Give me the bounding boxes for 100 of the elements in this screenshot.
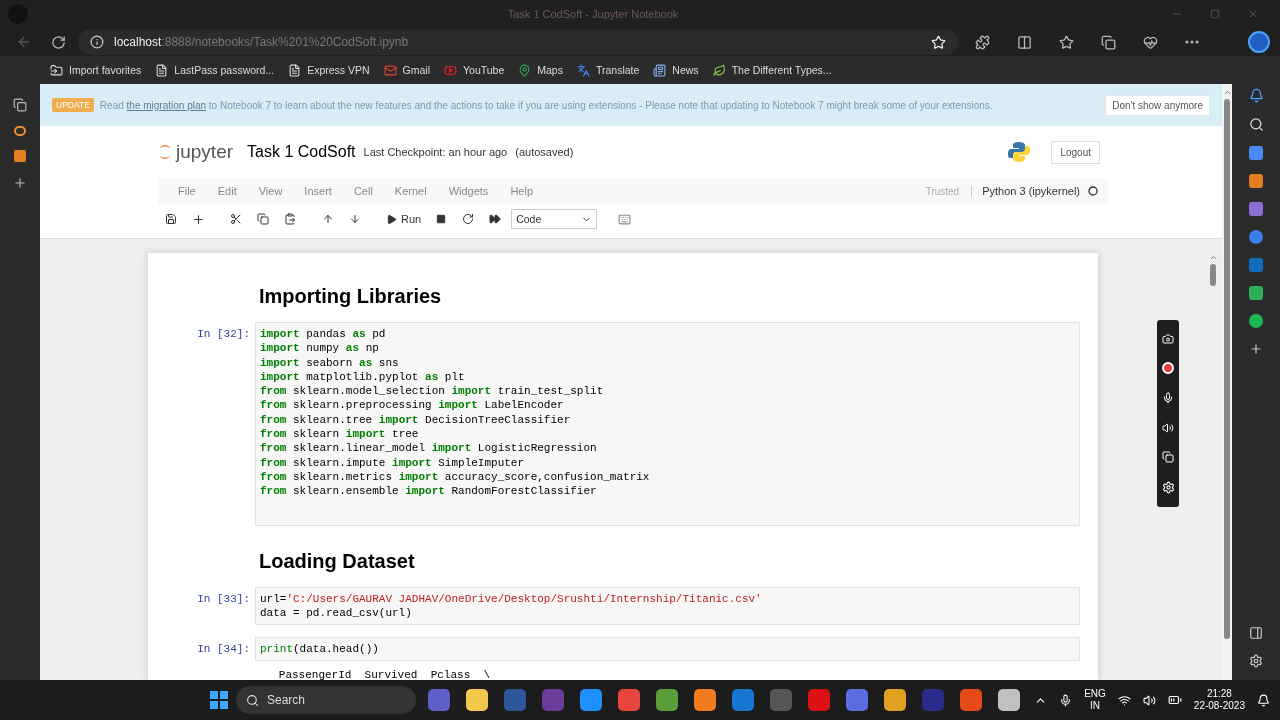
page-icon <box>288 63 302 77</box>
bookmark-link[interactable]: Gmail <box>383 63 430 77</box>
section-heading: Loading Dataset <box>259 549 416 573</box>
notebook-title[interactable]: Task 1 CodSoft <box>247 143 356 161</box>
play-icon <box>444 63 457 77</box>
sidebar-toggle-icon[interactable] <box>1249 626 1263 640</box>
taskbar-app-icon[interactable] <box>656 689 678 711</box>
address-field[interactable]: localhost:8888/notebooks/Task%201%20CodSoft.ipynb <box>78 29 958 55</box>
speaker-icon[interactable] <box>1162 421 1174 434</box>
bookmark-link[interactable]: Express VPN <box>288 63 370 77</box>
leaf-icon <box>712 63 726 77</box>
tabs-icon[interactable] <box>13 98 27 112</box>
battery-icon[interactable] <box>1167 693 1182 707</box>
record-button[interactable] <box>1162 362 1174 375</box>
add-icon[interactable] <box>1249 342 1263 356</box>
mail-icon <box>383 63 397 77</box>
search-icon[interactable] <box>1248 117 1264 132</box>
wifi-icon[interactable] <box>1117 693 1131 707</box>
autosave-status: (autosaved) <box>515 146 574 158</box>
bookmark-link[interactable]: YouTube <box>444 63 505 77</box>
update-message: Read the migration plan to Notebook 7 to learn about the new features and the actions to take if you are using extensions - Please note that updating to Notebook 7 might break some of your extensions. <box>99 99 993 111</box>
refresh-icon <box>50 34 66 50</box>
region-indicator: IN <box>1090 700 1100 712</box>
close-icon <box>1247 8 1259 20</box>
bookmark-link[interactable]: Translate <box>576 63 640 77</box>
taskbar-app-icon[interactable] <box>960 689 982 711</box>
sidebar-app-icon[interactable] <box>1249 314 1263 328</box>
settings-icon[interactable] <box>1249 654 1263 668</box>
bookmark-link[interactable]: News <box>653 63 699 77</box>
scroll-up-icon[interactable] <box>1222 88 1232 97</box>
notifications-icon[interactable] <box>1248 88 1264 103</box>
python-logo-icon <box>1007 140 1032 164</box>
camera-icon[interactable] <box>1162 332 1174 345</box>
code-cell[interactable]: print(data.head()) <box>255 637 1080 662</box>
bookmark-link[interactable]: The Different Types... <box>712 63 832 77</box>
favorite-icon[interactable] <box>931 34 946 50</box>
page-icon <box>155 63 169 77</box>
recorder-toolbar[interactable] <box>1157 320 1179 507</box>
mic-icon[interactable] <box>1059 693 1073 707</box>
taskbar-app-icon[interactable] <box>998 689 1020 711</box>
bookmark-link[interactable]: Maps <box>518 63 563 77</box>
scrollbar-thumb[interactable] <box>1224 99 1230 639</box>
paste-icon <box>284 213 296 225</box>
copilot-button[interactable] <box>1248 31 1270 53</box>
code-line: import numpy as np <box>260 341 380 356</box>
copy-icon <box>257 213 269 225</box>
code-cell[interactable]: url='C:/Users/GAURAV JADHAV/OneDrive/Desktop/Srushti/Internship/Titanic.csv' data = pd.read_csv(url) <box>255 586 1080 626</box>
code-line: from sklearn.tree import DecisionTreeClassifier <box>260 412 572 428</box>
sidebar-app-icon[interactable] <box>1249 230 1263 244</box>
scrollbar-thumb[interactable] <box>1210 264 1216 286</box>
code-line: from sklearn.linear_model import LogisticRegression <box>260 441 598 456</box>
code-line: import matplotlib.pyplot as plt <box>260 369 466 385</box>
maximize-icon <box>1210 9 1220 19</box>
cell-prompt: In [33]: <box>196 591 251 607</box>
menu-item[interactable]: Cell <box>343 185 383 197</box>
volume-icon[interactable] <box>1142 693 1156 707</box>
code-line: import pandas as pd <box>260 327 387 342</box>
window-icon[interactable] <box>1162 451 1174 464</box>
taskbar-app-icon[interactable] <box>466 689 488 711</box>
logout-button[interactable]: Logout <box>1051 140 1100 164</box>
collections-icon <box>1100 34 1116 50</box>
tab-icon[interactable] <box>14 150 26 162</box>
scissors-icon <box>230 213 242 225</box>
kernel-name: Python 3 (ipykernel) <box>981 185 1080 197</box>
fast-forward-icon <box>489 213 502 225</box>
more-icon <box>1185 40 1199 44</box>
menu-item[interactable]: Widgets <box>438 185 499 197</box>
menu-item[interactable]: View <box>248 185 293 197</box>
save-icon <box>165 213 177 225</box>
taskbar-app-icon[interactable] <box>580 689 602 711</box>
taskbar-search[interactable]: Search <box>236 686 416 714</box>
code-line: url='C:/Users/GAURAV JADHAV/OneDrive/Desktop/Srushti/Internship/Titanic.csv' <box>260 591 763 606</box>
code-line: from sklearn.impute import SimpleImputer <box>260 455 526 470</box>
cell-prompt: In [32]: <box>196 327 251 342</box>
bookmark-link[interactable]: LastPass password... <box>155 63 275 77</box>
cell-type-select[interactable]: Code <box>511 209 598 229</box>
scroll-up-icon[interactable] <box>1208 253 1218 262</box>
taskbar-app-icon[interactable] <box>884 689 906 711</box>
cell-prompt: In [34]: <box>196 642 251 658</box>
play-icon <box>386 213 397 225</box>
notification-icon[interactable] <box>1257 693 1270 707</box>
menu-item[interactable]: Insert <box>294 185 342 197</box>
new-tab-icon[interactable] <box>13 176 27 190</box>
jupyter-logo[interactable]: jupyter <box>158 141 234 163</box>
taskbar-app-icon[interactable] <box>694 689 716 711</box>
heart-pulse-icon <box>1142 34 1158 50</box>
window-title: Task 1 CodSoft - Jupyter Notebook <box>506 8 680 20</box>
taskbar-app-icon[interactable] <box>618 689 640 711</box>
dismiss-button[interactable]: Don't show anymore <box>1105 94 1210 116</box>
checkpoint-text: Last Checkpoint: an hour ago <box>363 146 508 158</box>
windows-start-icon[interactable] <box>210 691 228 709</box>
bookmark-link[interactable]: Import favorites <box>50 63 142 77</box>
code-line: from sklearn.metrics import accuracy_score,confusion_matrix <box>260 469 651 485</box>
code-line: import seaborn as sns <box>260 355 400 370</box>
mic-icon[interactable] <box>1162 392 1174 405</box>
migration-link[interactable]: the migration plan <box>126 99 207 111</box>
code-line: from sklearn.ensemble import RandomForestClassifier <box>260 484 598 499</box>
language-indicator: ENG <box>1084 688 1106 700</box>
code-line: from sklearn.model_selection import train_test_split <box>260 384 605 399</box>
code-cell[interactable] <box>255 322 1080 526</box>
